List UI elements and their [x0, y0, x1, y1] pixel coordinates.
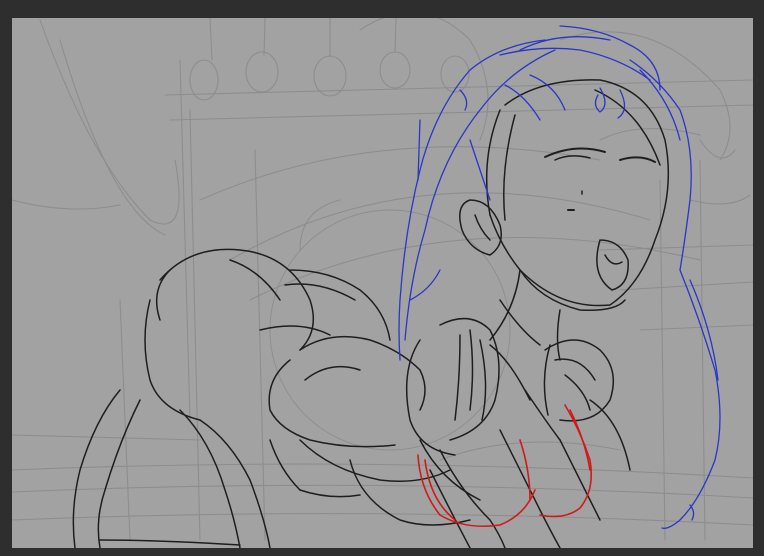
figure-lineart [72, 79, 670, 548]
sketch-artwork [12, 18, 753, 548]
background-sketch [12, 18, 753, 541]
drawing-canvas[interactable] [12, 18, 753, 548]
canvas-frame [0, 0, 764, 556]
